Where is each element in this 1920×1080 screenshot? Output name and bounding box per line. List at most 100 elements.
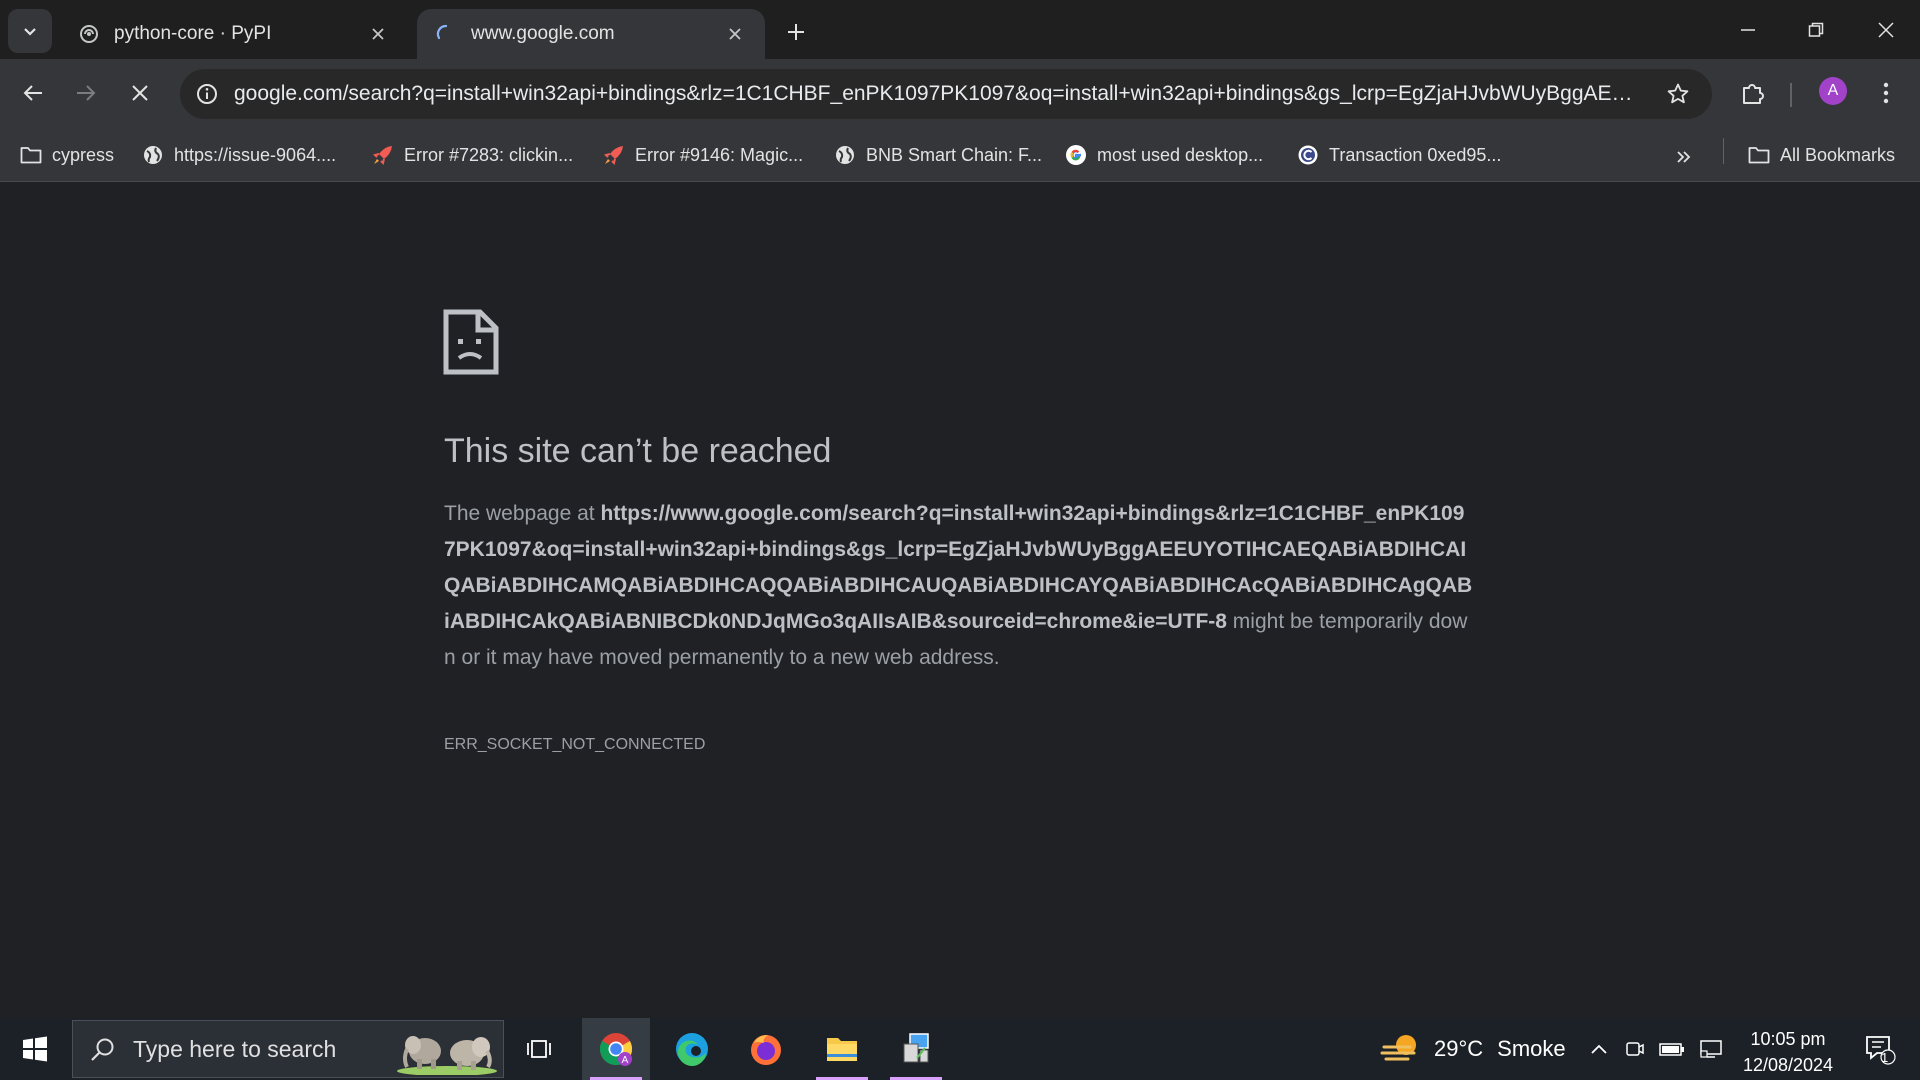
globe-icon bbox=[834, 144, 856, 166]
bookmark-error-7283[interactable]: Error #7283: clickin... bbox=[372, 140, 573, 170]
bookmark-transaction[interactable]: Transaction 0xed95... bbox=[1297, 140, 1501, 170]
loading-spinner-icon bbox=[435, 23, 457, 45]
bookmark-label: Error #7283: clickin... bbox=[404, 144, 574, 165]
folder-icon bbox=[827, 1038, 857, 1061]
chevron-double-right-icon bbox=[1677, 151, 1691, 163]
ethernet-icon bbox=[1700, 1040, 1722, 1058]
bookmark-cypress[interactable]: cypress bbox=[20, 140, 114, 170]
tab-search-button[interactable] bbox=[8, 9, 52, 53]
folder-icon bbox=[1748, 144, 1770, 166]
address-bar[interactable]: google.com/search?q=install+win32api+bin… bbox=[180, 69, 1712, 119]
puzzle-icon bbox=[1743, 84, 1764, 104]
folder-icon bbox=[20, 144, 42, 166]
camera-icon bbox=[1626, 1042, 1644, 1056]
url-text[interactable]: google.com/search?q=install+win32api+bin… bbox=[234, 82, 1644, 106]
all-bookmarks-button[interactable]: All Bookmarks bbox=[1748, 140, 1895, 170]
taskbar-edge[interactable] bbox=[658, 1018, 726, 1080]
bookmark-label: https://issue-9064.... bbox=[174, 144, 337, 165]
notification-center-button[interactable]: 1 bbox=[1850, 1018, 1910, 1080]
task-view-icon bbox=[527, 1040, 551, 1058]
taskbar: Type here to search A 29°C Smoke 10:05 p… bbox=[0, 1018, 1920, 1080]
bookmark-bnb[interactable]: BNB Smart Chain: F... bbox=[834, 140, 1042, 170]
stop-loading-button[interactable] bbox=[116, 69, 164, 117]
network-app-icon bbox=[903, 1033, 929, 1063]
error-message: The webpage at https://www.google.com/se… bbox=[444, 496, 1474, 676]
close-icon[interactable] bbox=[723, 22, 747, 46]
bookmark-label: Transaction 0xed95... bbox=[1329, 144, 1502, 165]
rocket-icon bbox=[603, 144, 625, 166]
meet-now-button[interactable] bbox=[1620, 1018, 1650, 1080]
sad-page-icon bbox=[443, 309, 499, 375]
extensions-button[interactable] bbox=[1729, 69, 1777, 117]
weather-condition: Smoke bbox=[1497, 1036, 1566, 1061]
notification-count: 1 bbox=[1881, 1050, 1889, 1065]
chevron-up-icon bbox=[1591, 1044, 1607, 1054]
new-tab-button[interactable] bbox=[778, 14, 814, 50]
taskbar-search[interactable]: Type here to search bbox=[72, 1020, 504, 1078]
tab-google[interactable]: www.google.com bbox=[417, 9, 765, 59]
windows-icon bbox=[23, 1036, 47, 1062]
bookmarks-bar: cypress https://issue-9064.... Error #72… bbox=[0, 128, 1920, 182]
bookmark-issue[interactable]: https://issue-9064.... bbox=[142, 140, 336, 170]
weather-widget[interactable]: 29°C Smoke bbox=[1380, 1018, 1566, 1080]
tab-strip: python-core · PyPI www.google.com bbox=[0, 0, 1920, 59]
arrow-left-icon bbox=[23, 85, 42, 101]
haze-sun-icon bbox=[1380, 1035, 1416, 1061]
browser-toolbar: google.com/search?q=install+win32api+bin… bbox=[0, 59, 1920, 128]
network-button[interactable] bbox=[1694, 1018, 1728, 1080]
site-info-icon[interactable] bbox=[184, 71, 230, 117]
bookmarks-divider bbox=[1723, 138, 1724, 164]
star-icon[interactable] bbox=[1654, 70, 1702, 118]
search-icon bbox=[73, 1036, 133, 1062]
tab-title: python-core · PyPI bbox=[114, 23, 272, 44]
bookmark-label: most used desktop... bbox=[1097, 144, 1264, 165]
elephants-illustration bbox=[397, 1036, 497, 1075]
bookmark-most-used[interactable]: most used desktop... bbox=[1065, 140, 1263, 170]
chrome-icon: A bbox=[599, 1033, 633, 1066]
svg-text:A: A bbox=[622, 1055, 629, 1066]
plus-icon bbox=[788, 24, 804, 40]
system-clock[interactable]: 10:05 pm 12/08/2024 bbox=[1733, 1026, 1843, 1078]
minimize-icon bbox=[1741, 28, 1755, 31]
error-prefix: The webpage at bbox=[444, 502, 601, 525]
page-title: This site can’t be reached bbox=[444, 432, 832, 470]
more-vert-icon bbox=[1883, 82, 1889, 104]
bookmark-label: Error #9146: Magic... bbox=[635, 144, 804, 165]
start-button[interactable] bbox=[0, 1018, 70, 1080]
restore-button[interactable] bbox=[1782, 0, 1850, 59]
tab-title: www.google.com bbox=[471, 23, 615, 44]
task-view-button[interactable] bbox=[506, 1018, 574, 1080]
bookmark-label: BNB Smart Chain: F... bbox=[866, 144, 1043, 165]
close-icon bbox=[132, 85, 148, 101]
bookmark-error-9146[interactable]: Error #9146: Magic... bbox=[603, 140, 803, 170]
taskbar-firefox[interactable] bbox=[732, 1018, 800, 1080]
tab-pypi[interactable]: python-core · PyPI bbox=[60, 9, 408, 59]
taskbar-file-explorer[interactable] bbox=[808, 1018, 876, 1080]
clock-time: 10:05 pm bbox=[1750, 1029, 1826, 1049]
pypi-icon bbox=[78, 23, 100, 45]
notification-icon bbox=[1866, 1036, 1896, 1065]
firefox-icon bbox=[751, 1035, 781, 1065]
more-bookmarks-button[interactable] bbox=[1676, 142, 1692, 172]
close-icon[interactable] bbox=[366, 22, 390, 46]
battery-button[interactable] bbox=[1655, 1018, 1689, 1080]
edge-icon bbox=[676, 1033, 708, 1067]
menu-button[interactable] bbox=[1862, 69, 1910, 117]
battery-icon bbox=[1659, 1043, 1684, 1056]
close-window-button[interactable] bbox=[1852, 0, 1920, 59]
chevron-down-icon bbox=[24, 28, 36, 36]
back-button[interactable] bbox=[9, 69, 57, 117]
error-page: This site can’t be reached The webpage a… bbox=[0, 182, 1920, 1018]
arrow-right-icon bbox=[77, 85, 96, 101]
bookmark-label: All Bookmarks bbox=[1780, 144, 1896, 165]
taskbar-chrome[interactable]: A bbox=[582, 1018, 650, 1080]
show-hidden-icons-button[interactable] bbox=[1584, 1018, 1614, 1080]
minimize-button[interactable] bbox=[1714, 0, 1782, 59]
forward-button[interactable] bbox=[62, 69, 110, 117]
weather-temp: 29°C bbox=[1434, 1036, 1484, 1061]
bookmark-label: cypress bbox=[52, 144, 115, 165]
taskbar-network-app[interactable] bbox=[882, 1018, 950, 1080]
close-icon bbox=[1878, 21, 1894, 38]
error-code: ERR_SOCKET_NOT_CONNECTED bbox=[444, 736, 706, 753]
avatar[interactable]: A bbox=[1819, 77, 1847, 105]
